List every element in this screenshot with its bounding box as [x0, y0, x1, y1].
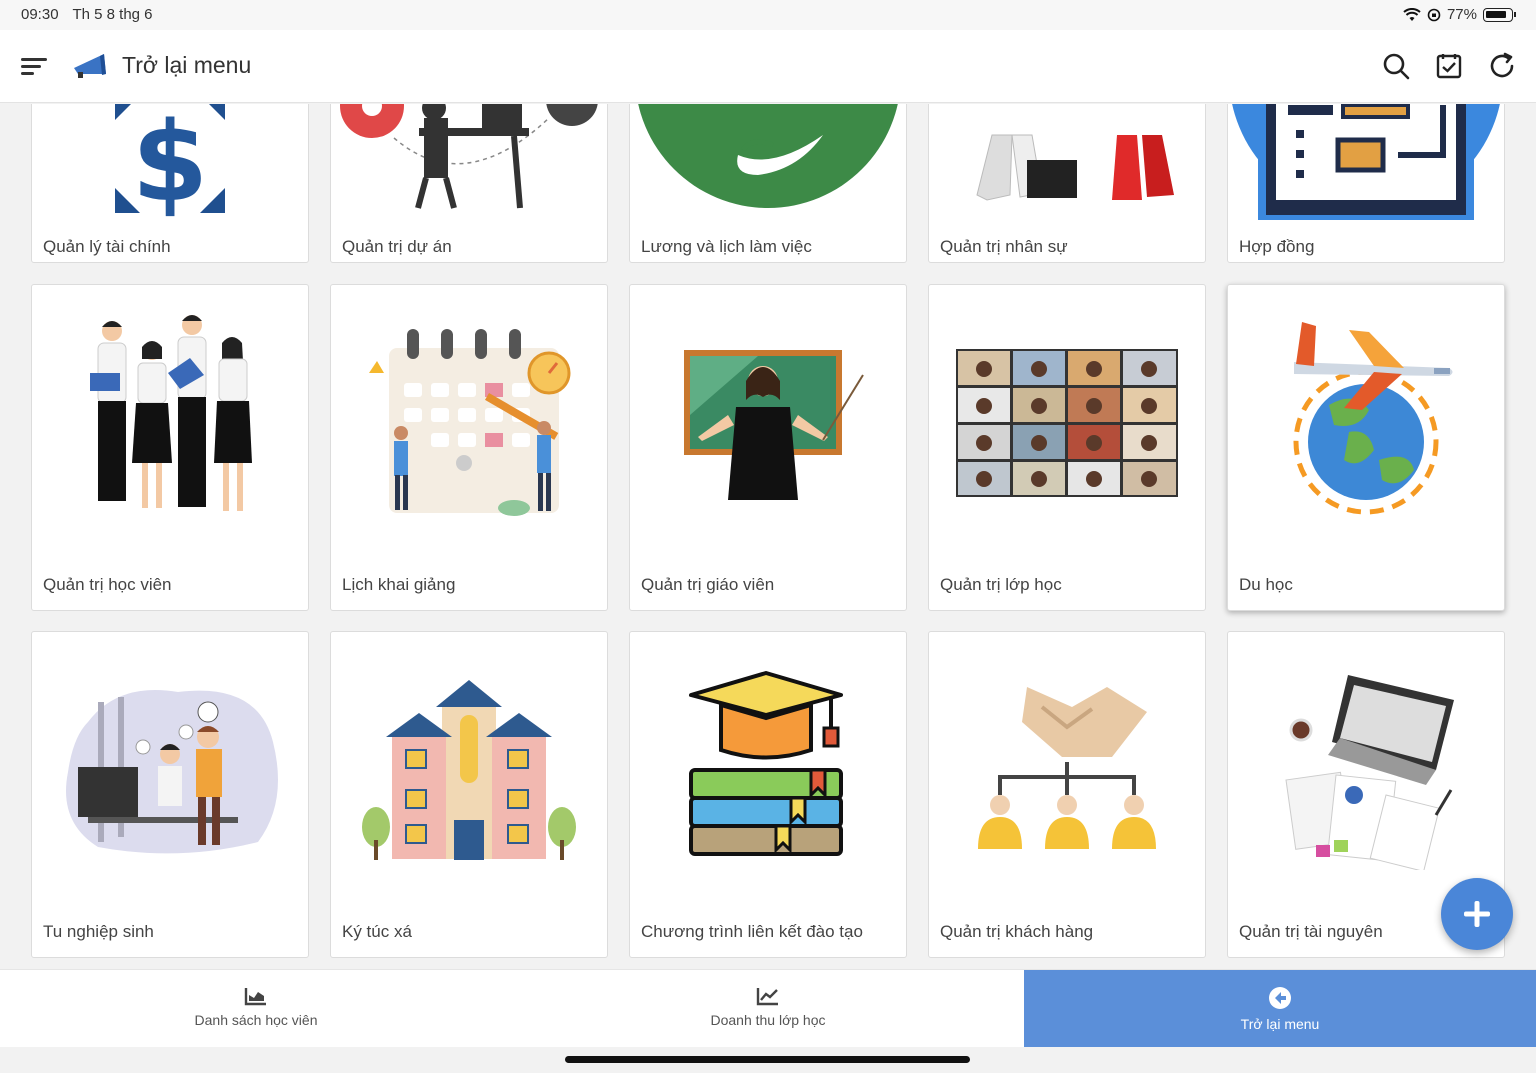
nav-label: Trở lại menu — [1240, 1016, 1320, 1032]
dormitory-icon — [361, 679, 576, 860]
wifi-icon — [1403, 7, 1421, 21]
checklist-icon[interactable] — [1433, 50, 1465, 82]
project-icon — [340, 104, 598, 209]
card-students[interactable]: Quản trị học viên — [31, 284, 309, 611]
card-label: Quản trị nhân sự — [940, 237, 1068, 256]
hamburger-menu-icon[interactable] — [18, 52, 50, 82]
add-button[interactable] — [1441, 878, 1513, 950]
card-label: Quản trị lớp học — [940, 575, 1062, 594]
class-grid-icon — [956, 348, 1178, 497]
hr-icon — [976, 134, 1174, 201]
salary-icon — [638, 104, 898, 208]
card-project[interactable]: Quản trị dự án — [330, 104, 608, 263]
card-label: Chương trình liên kết đào tạo — [641, 922, 863, 941]
card-calendar[interactable]: Lịch khai giảng — [330, 284, 608, 611]
card-label: Tu nghiệp sinh — [43, 922, 154, 941]
nav-student-list[interactable]: Danh sách học viên — [0, 970, 512, 1047]
nav-class-revenue[interactable]: Doanh thu lớp học — [512, 970, 1024, 1047]
battery-icon — [1483, 7, 1513, 22]
refresh-icon[interactable] — [1486, 50, 1518, 82]
card-graduation[interactable]: Chương trình liên kết đào tạo — [629, 631, 907, 958]
students-icon — [90, 314, 252, 511]
card-label: Quản trị giáo viên — [641, 575, 775, 594]
card-hr[interactable]: Quản trị nhân sự — [928, 104, 1206, 263]
nav-label: Doanh thu lớp học — [710, 1012, 826, 1028]
module-grid: $ Quản lý tài chính Quản trị dự án Lương… — [0, 104, 1536, 968]
resources-icon — [1285, 674, 1454, 870]
contract-icon — [1232, 104, 1500, 220]
megaphone-logo-icon — [74, 54, 106, 78]
nav-back-to-menu[interactable]: Trở lại menu — [1024, 970, 1536, 1047]
orientation-lock-icon — [1427, 8, 1441, 21]
card-label: Quản trị tài nguyên — [1239, 922, 1383, 941]
calendar-icon — [369, 328, 571, 516]
card-label: Du học — [1239, 575, 1293, 594]
graduation-icon — [688, 670, 843, 856]
status-bar: 09:30 Th 5 8 thg 6 77% — [0, 0, 1536, 30]
card-class[interactable]: Quản trị lớp học — [928, 284, 1206, 611]
trainee-icon — [65, 690, 278, 854]
search-icon[interactable] — [1380, 50, 1412, 82]
card-study-abroad[interactable]: Du học — [1227, 284, 1505, 611]
dollar-icon: $ — [115, 104, 225, 220]
card-finance[interactable]: $ Quản lý tài chính — [31, 104, 309, 263]
status-time: 09:30 — [21, 6, 59, 23]
page-title: Trở lại menu — [122, 52, 252, 78]
svg-text:$: $ — [132, 104, 209, 220]
card-label: Quản trị học viên — [43, 575, 172, 594]
nav-label: Danh sách học viên — [194, 1012, 318, 1028]
home-indicator — [565, 1056, 970, 1063]
card-label: Quản trị dự án — [342, 237, 452, 256]
card-customers[interactable]: Quản trị khách hàng — [928, 631, 1206, 958]
card-label: Ký túc xá — [342, 922, 412, 941]
card-contract[interactable]: Hợp đồng — [1227, 104, 1505, 263]
card-label: Lịch khai giảng — [342, 575, 456, 594]
card-dormitory[interactable]: Ký túc xá — [330, 631, 608, 958]
card-teacher[interactable]: Quản trị giáo viên — [629, 284, 907, 611]
card-label: Hợp đồng — [1239, 237, 1315, 256]
chart-line-icon — [756, 988, 778, 1006]
status-date: Th 5 8 thg 6 — [72, 6, 153, 23]
study-abroad-icon — [1293, 322, 1452, 515]
back-arrow-icon — [1269, 987, 1291, 1009]
app-header: Trở lại menu — [0, 30, 1536, 103]
chart-area-icon — [244, 988, 266, 1006]
card-label: Quản lý tài chính — [43, 237, 171, 256]
card-label: Lương và lịch làm việc — [641, 237, 812, 256]
battery-percent: 77% — [1446, 6, 1477, 23]
teacher-icon — [684, 350, 864, 500]
card-salary[interactable]: Lương và lịch làm việc — [629, 104, 907, 263]
bottom-nav: Danh sách học viên Doanh thu lớp học Trở… — [0, 969, 1536, 1047]
handshake-icon — [978, 687, 1156, 849]
card-label: Quản trị khách hàng — [940, 922, 1094, 941]
card-trainee[interactable]: Tu nghiệp sinh — [31, 631, 309, 958]
plus-icon — [1464, 901, 1490, 927]
